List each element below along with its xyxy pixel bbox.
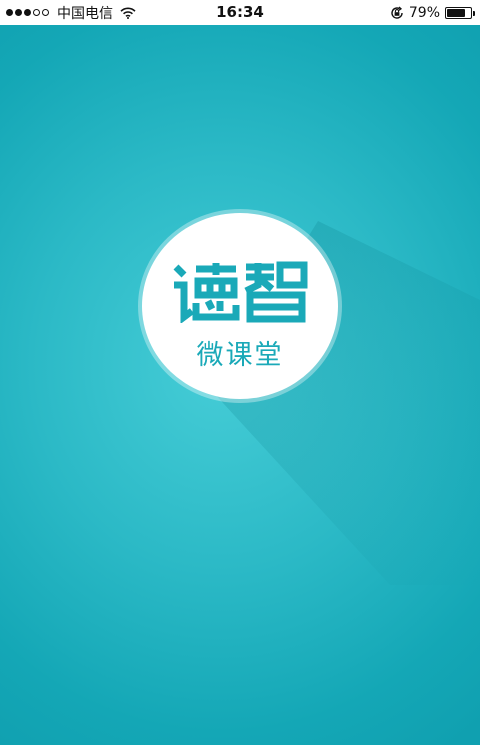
logo-mark: 德智 xyxy=(173,261,308,323)
battery-fill xyxy=(447,8,466,17)
status-right: 79% xyxy=(390,0,475,25)
splash-screen: 中国电信 16:34 79% 微课堂 xyxy=(0,0,480,745)
battery-percent: 79% xyxy=(408,4,440,21)
battery-icon xyxy=(445,6,475,19)
battery-tip xyxy=(473,10,475,16)
logo-subtitle: 微课堂 xyxy=(196,340,284,371)
logo-circle: 德智 微课堂 xyxy=(142,213,338,399)
orientation-lock-icon xyxy=(391,6,403,19)
status-bar: 中国电信 16:34 79% xyxy=(0,0,480,25)
